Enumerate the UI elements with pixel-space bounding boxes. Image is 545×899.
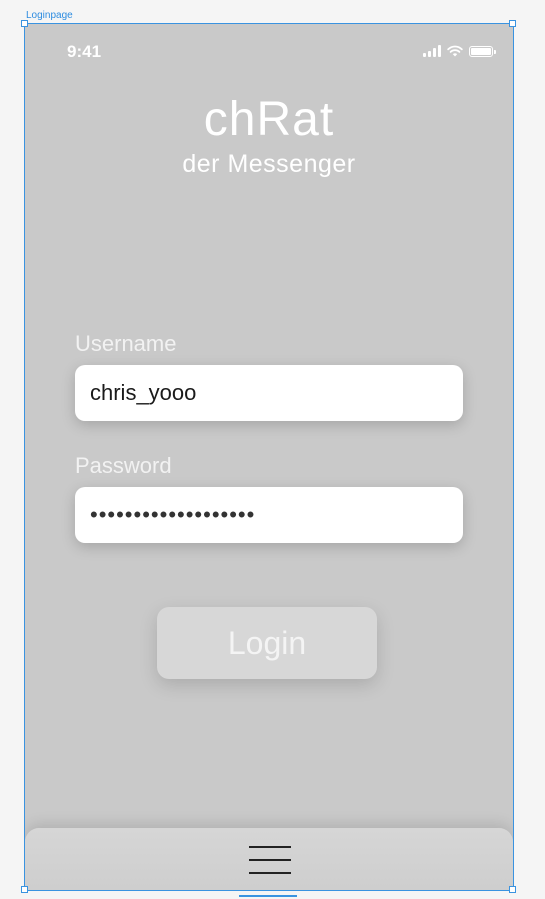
bottom-indicator [239,895,297,897]
username-field[interactable]: chris_yooo [75,365,463,421]
battery-icon [469,46,496,57]
status-time: 9:41 [67,42,102,61]
signal-icon [423,45,441,57]
username-value: chris_yooo [90,380,197,405]
username-label: Username [75,331,177,356]
password-value: ••••••••••••••••••• [90,502,256,527]
app-subtitle: der Messenger [182,150,356,178]
selection-handle[interactable] [509,886,516,893]
app-title: chRat [203,93,335,146]
login-button[interactable]: Login [157,607,377,679]
password-field[interactable]: ••••••••••••••••••• [75,487,463,543]
wifi-icon [447,45,463,57]
selection-handle[interactable] [21,20,28,27]
frame-label: Loginpage [26,10,73,21]
bottom-bar [25,828,513,890]
selection-handle[interactable] [509,20,516,27]
status-icons [423,45,496,57]
phone-frame: 9:41 chRat der Messenger Username chris_… [24,23,514,891]
password-label: Password [75,453,172,478]
selection-handle[interactable] [21,886,28,893]
menu-icon[interactable] [249,846,291,874]
